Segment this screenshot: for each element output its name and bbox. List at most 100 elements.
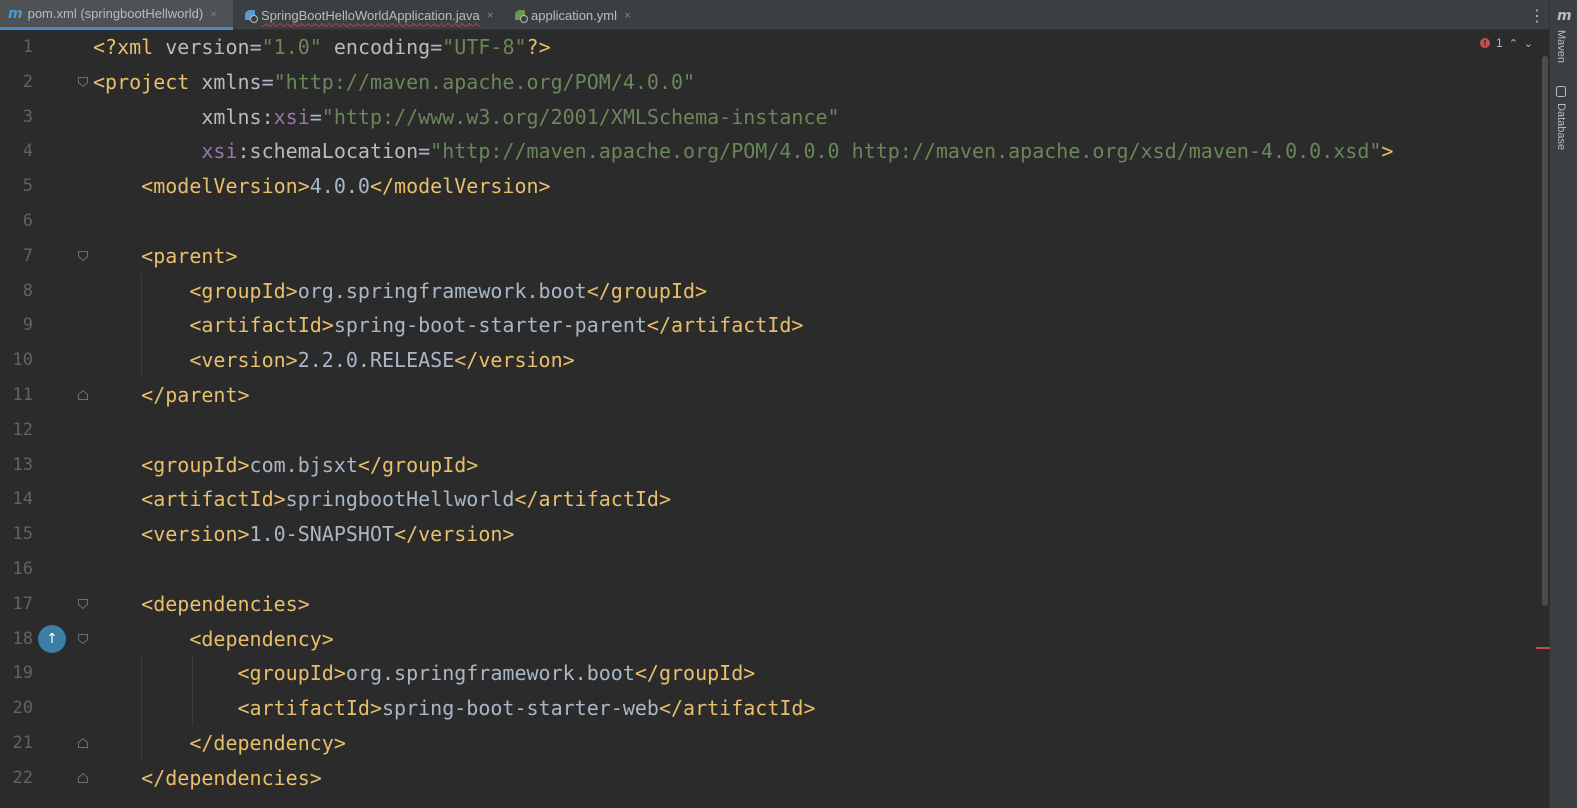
code-token: version [165, 35, 250, 59]
code-line[interactable]: xmlns:xsi="http://www.w3.org/2001/XMLSch… [93, 100, 840, 135]
code-token: xmlns [201, 69, 262, 94]
code-line[interactable]: <version>1.0-SNAPSHOT</version> [93, 517, 514, 552]
scrollbar-thumb[interactable] [1542, 56, 1548, 606]
line-number: 20 [12, 698, 33, 719]
line-number: 15 [12, 524, 33, 545]
code-token: :schemaLocation [237, 139, 419, 164]
code-line[interactable]: <?xml version="1.0" encoding="UTF-8"?> [93, 30, 551, 65]
code-line[interactable]: <artifactId>springbootHellworld</artifac… [93, 482, 671, 517]
fold-open-icon[interactable] [77, 633, 89, 645]
fold-open-icon[interactable] [77, 598, 89, 610]
code-line[interactable]: <artifactId>spring-boot-starter-web</art… [93, 691, 816, 726]
indent-guide [192, 656, 193, 726]
code-line[interactable]: <version>2.2.0.RELEASE</version> [93, 343, 575, 378]
tab-label: pom.xml (springbootHellworld) [27, 6, 204, 21]
code-line[interactable]: </dependency> [93, 726, 346, 761]
code-token: xsi [201, 139, 238, 164]
error-stripe-marker[interactable] [1536, 647, 1550, 649]
code-line[interactable]: xsi:schemaLocation="http://maven.apache.… [93, 134, 1393, 169]
close-icon[interactable]: × [624, 8, 631, 22]
line-number: 13 [12, 454, 33, 475]
database-tool-button[interactable]: Database [1555, 86, 1567, 150]
code-line[interactable]: </parent> [93, 378, 250, 413]
code-token: <artifactId> [189, 313, 334, 338]
inspection-widget[interactable]: ! 1 ⌃ ⌄ [1480, 34, 1533, 52]
maven-m-icon: m [8, 5, 23, 22]
code-line[interactable]: <dependencies> [93, 587, 310, 622]
line-number: 8 [22, 280, 33, 301]
code-token: com.bjsxt [249, 452, 358, 477]
code-line[interactable]: </dependencies> [93, 761, 322, 796]
code-token: <project [93, 69, 202, 94]
line-number: 17 [12, 593, 33, 614]
code-token: <artifactId> [141, 487, 286, 512]
code-token: </artifactId> [658, 696, 816, 721]
code-token: = [261, 69, 274, 94]
code-token: </dependencies> [141, 765, 322, 790]
fold-open-icon[interactable] [77, 76, 89, 88]
line-number: 21 [12, 733, 33, 753]
code-line[interactable]: <artifactId>spring-boot-starter-parent</… [93, 308, 803, 343]
code-line[interactable]: <project xmlns="http://maven.apache.org/… [93, 65, 695, 100]
code-token: org.springframework.boot [345, 661, 635, 686]
code-token: "http://www.w3.org/2001/XMLSchema-instan… [321, 104, 840, 129]
code-token: </modelVersion> [369, 174, 551, 199]
maven-m-icon[interactable]: m [1557, 8, 1572, 24]
line-number: 14 [12, 489, 33, 510]
code-token: </version> [454, 348, 575, 373]
more-options-icon[interactable]: ⋮ [1525, 0, 1549, 30]
chevron-down-icon[interactable]: ⌄ [1524, 37, 1533, 50]
fold-open-icon[interactable] [77, 250, 89, 262]
line-number: 3 [22, 106, 33, 127]
chevron-up-icon[interactable]: ⌃ [1509, 37, 1518, 50]
maven-tool-button[interactable]: Maven [1555, 30, 1567, 63]
line-number: 10 [12, 350, 33, 371]
line-number: 22 [12, 767, 33, 788]
code-token: </parent> [141, 383, 250, 407]
code-token: </version> [394, 522, 515, 547]
fold-close-icon[interactable] [77, 389, 89, 401]
fold-close-icon[interactable] [77, 772, 89, 784]
line-number: 7 [22, 245, 33, 266]
code-token: xmlns: [201, 104, 274, 129]
code-token: 1.0-SNAPSHOT [249, 522, 395, 547]
code-line[interactable]: <parent> [93, 239, 237, 274]
tab-pom-xml[interactable]: m pom.xml (springbootHellworld) × [0, 0, 233, 30]
error-icon: ! [1480, 38, 1490, 48]
close-icon[interactable]: × [487, 8, 494, 22]
line-number: 4 [22, 141, 33, 162]
code-token: "http://maven.apache.org/POM/4.0.0" [273, 69, 696, 94]
code-token: 4.0.0 [309, 174, 370, 199]
database-icon [1556, 86, 1566, 97]
tab-label: SpringBootHelloWorldApplication.java [261, 7, 480, 23]
code-editor[interactable]: <?xml version="1.0" encoding="UTF-8"?> <p… [93, 30, 1533, 808]
code-token: <version> [141, 522, 250, 547]
code-token: spring-boot-starter-parent [333, 313, 647, 338]
code-token: <dependency> [189, 626, 334, 651]
tab-springboot-application-java[interactable]: SpringBootHelloWorldApplication.java × [236, 0, 504, 30]
code-token: <dependencies> [141, 591, 310, 616]
code-line[interactable]: <groupId>org.springframework.boot</group… [93, 274, 707, 309]
code-line[interactable]: <groupId>com.bjsxt</groupId> [93, 448, 478, 483]
code-token: </dependency> [189, 731, 346, 755]
tab-application-yml[interactable]: application.yml × [506, 0, 646, 30]
close-icon[interactable]: × [210, 7, 217, 21]
line-number: 11 [12, 385, 33, 405]
code-line[interactable]: <dependency> [93, 622, 334, 657]
error-count: 1 [1496, 36, 1503, 50]
spring-config-icon [514, 9, 528, 23]
code-token: <modelVersion> [141, 174, 310, 199]
navigate-to-parent-icon[interactable]: ↑ [38, 624, 66, 653]
fold-close-icon[interactable] [77, 737, 89, 749]
code-line[interactable]: <modelVersion>4.0.0</modelVersion> [93, 169, 551, 204]
